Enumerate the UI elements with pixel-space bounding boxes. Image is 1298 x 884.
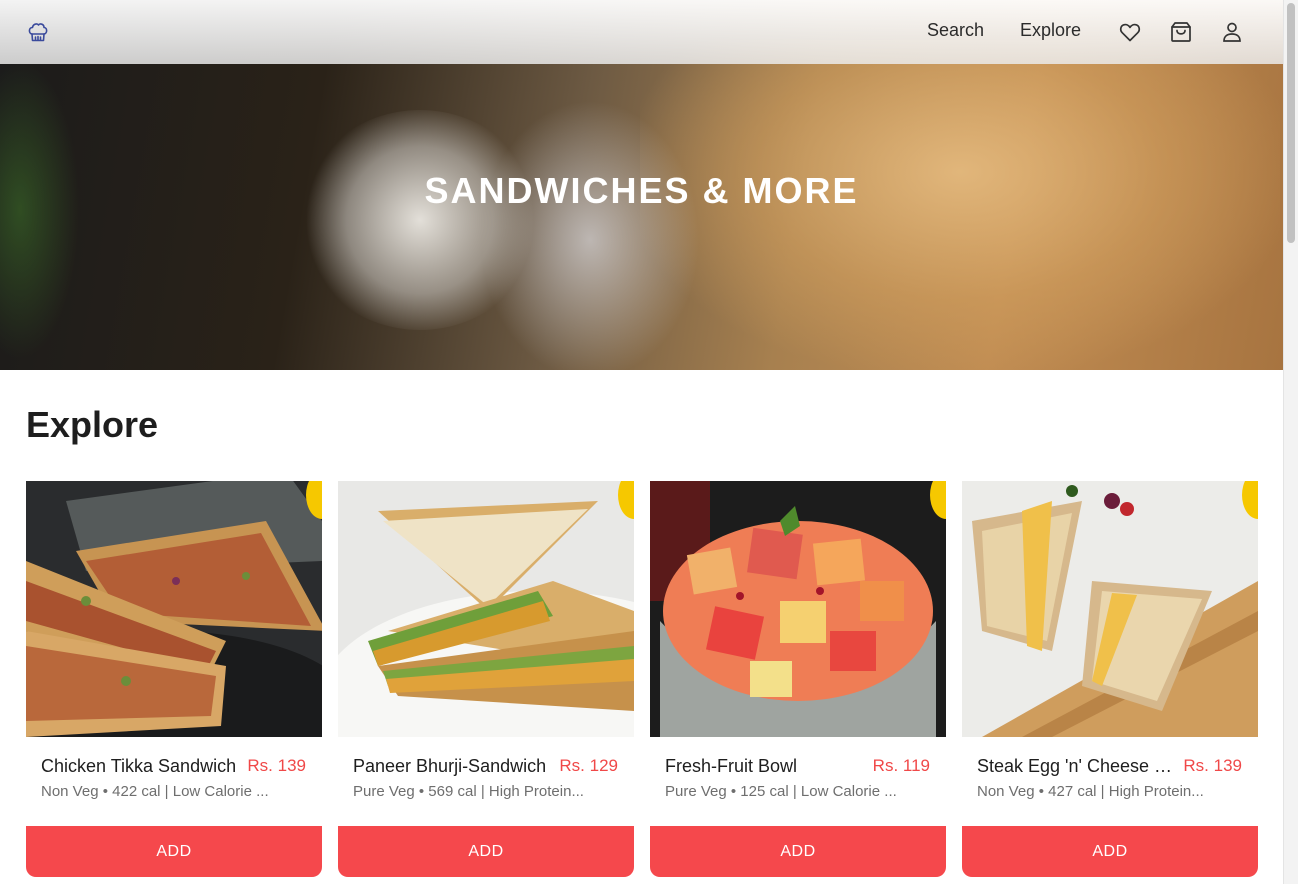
add-button[interactable]: ADD <box>338 826 634 877</box>
product-name: Fresh-Fruit Bowl <box>665 756 798 776</box>
product-name: Paneer Bhurji-Sandwich <box>353 756 547 776</box>
product-meta: Non Veg • 427 cal | High Protein... <box>977 783 1204 800</box>
product-meta: Pure Veg • 125 cal | Low Calorie ... <box>665 783 897 800</box>
product-price: Rs. 119 <box>872 756 930 775</box>
product-image[interactable] <box>26 481 322 737</box>
chef-hat-icon[interactable] <box>26 20 50 44</box>
hero-bg-shape <box>300 110 540 330</box>
product-card[interactable]: Paneer Bhurji-Sandwich Rs. 129 Pure Veg … <box>338 481 634 881</box>
add-button[interactable]: ADD <box>26 826 322 877</box>
product-name: Steak Egg 'n' Cheese Sandwich <box>977 756 1182 776</box>
nav-search-link[interactable]: Search <box>927 20 984 41</box>
add-button[interactable]: ADD <box>650 826 946 877</box>
scrollbar-thumb[interactable] <box>1287 3 1295 243</box>
product-card[interactable]: Chicken Tikka Sandwich Rs. 139 Non Veg •… <box>26 481 322 881</box>
product-price: Rs. 139 <box>247 756 306 775</box>
product-image[interactable] <box>962 481 1258 737</box>
product-price: Rs. 129 <box>559 756 618 775</box>
shopping-bag-icon[interactable] <box>1169 20 1193 44</box>
page-scrollbar[interactable] <box>1283 0 1298 884</box>
product-card[interactable]: Steak Egg 'n' Cheese Sandwich Rs. 139 No… <box>962 481 1258 881</box>
heart-icon[interactable] <box>1118 20 1142 44</box>
product-name: Chicken Tikka Sandwich <box>41 756 237 776</box>
product-image[interactable] <box>650 481 946 737</box>
top-navbar: Search Explore <box>0 0 1283 64</box>
user-icon[interactable] <box>1220 20 1244 44</box>
add-button[interactable]: ADD <box>962 826 1258 877</box>
nav-explore-link[interactable]: Explore <box>1020 20 1081 41</box>
product-card[interactable]: Fresh-Fruit Bowl Rs. 119 Pure Veg • 125 … <box>650 481 946 881</box>
product-image[interactable] <box>338 481 634 737</box>
product-price: Rs. 139 <box>1183 756 1242 775</box>
hero-title: SANDWICHES & MORE <box>424 170 859 211</box>
product-meta: Pure Veg • 569 cal | High Protein... <box>353 783 584 800</box>
product-meta: Non Veg • 422 cal | Low Calorie ... <box>41 783 269 800</box>
section-title: Explore <box>26 404 159 445</box>
